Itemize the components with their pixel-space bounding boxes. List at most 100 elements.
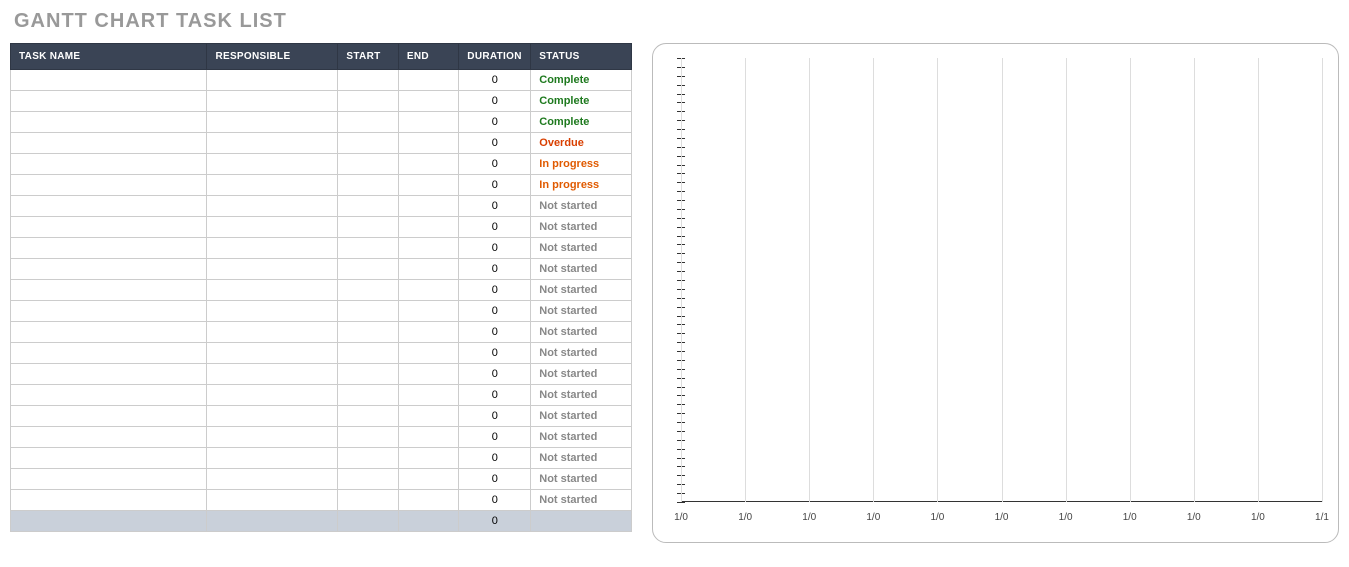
cell-task[interactable] [11,301,207,322]
cell-status[interactable]: Not started [531,280,632,301]
cell-status[interactable]: Complete [531,70,632,91]
cell-responsible[interactable] [207,322,338,343]
cell-status[interactable]: Not started [531,448,632,469]
cell-end[interactable] [398,217,458,238]
cell-responsible[interactable] [207,469,338,490]
cell-task[interactable] [11,364,207,385]
cell-end[interactable] [398,322,458,343]
cell-responsible[interactable] [207,259,338,280]
cell-end[interactable] [398,175,458,196]
table-row[interactable]: 0Not started [11,259,632,280]
cell-status[interactable]: Not started [531,238,632,259]
table-row[interactable]: 0Not started [11,301,632,322]
table-row[interactable]: 0Not started [11,385,632,406]
table-row[interactable]: 0Not started [11,490,632,511]
cell-status[interactable]: Not started [531,196,632,217]
cell-task[interactable] [11,112,207,133]
cell-status[interactable]: Overdue [531,133,632,154]
cell-end[interactable] [398,448,458,469]
cell-end[interactable] [398,490,458,511]
table-row[interactable]: 0Not started [11,217,632,238]
table-row[interactable]: 0Complete [11,112,632,133]
cell-end[interactable] [398,133,458,154]
cell-start[interactable] [338,322,398,343]
cell-responsible[interactable] [207,385,338,406]
cell-start[interactable] [338,217,398,238]
cell-responsible[interactable] [207,238,338,259]
cell-status[interactable]: Complete [531,112,632,133]
table-row[interactable]: 0Not started [11,343,632,364]
table-row[interactable]: 0Not started [11,238,632,259]
table-row[interactable]: 0Not started [11,427,632,448]
cell-responsible[interactable] [207,133,338,154]
cell-task[interactable] [11,469,207,490]
cell-status[interactable]: In progress [531,154,632,175]
table-row[interactable]: 0Not started [11,196,632,217]
cell-end[interactable] [398,196,458,217]
cell-task[interactable] [11,217,207,238]
cell-task[interactable] [11,280,207,301]
cell-status[interactable]: Not started [531,301,632,322]
cell-responsible[interactable] [207,427,338,448]
cell-start[interactable] [338,112,398,133]
cell-status[interactable]: Not started [531,259,632,280]
cell-status[interactable]: Not started [531,217,632,238]
cell-start[interactable] [338,175,398,196]
cell-responsible[interactable] [207,301,338,322]
cell-end[interactable] [398,301,458,322]
cell-start[interactable] [338,469,398,490]
cell-end[interactable] [398,91,458,112]
cell-end[interactable] [398,343,458,364]
cell-status[interactable]: Not started [531,385,632,406]
cell-responsible[interactable] [207,196,338,217]
cell-end[interactable] [398,70,458,91]
cell-responsible[interactable] [207,343,338,364]
cell-status[interactable]: Not started [531,364,632,385]
cell-start[interactable] [338,448,398,469]
cell-end[interactable] [398,427,458,448]
cell-start[interactable] [338,301,398,322]
cell-end[interactable] [398,469,458,490]
cell-status[interactable]: Not started [531,343,632,364]
cell-responsible[interactable] [207,70,338,91]
cell-status[interactable]: Not started [531,322,632,343]
cell-task[interactable] [11,196,207,217]
cell-end[interactable] [398,385,458,406]
cell-responsible[interactable] [207,175,338,196]
cell-end[interactable] [398,364,458,385]
cell-task[interactable] [11,154,207,175]
cell-end[interactable] [398,280,458,301]
cell-responsible[interactable] [207,280,338,301]
cell-responsible[interactable] [207,448,338,469]
table-row[interactable]: 0In progress [11,154,632,175]
cell-task[interactable] [11,175,207,196]
cell-task[interactable] [11,238,207,259]
cell-responsible[interactable] [207,112,338,133]
table-row[interactable]: 0In progress [11,175,632,196]
table-row[interactable]: 0Not started [11,322,632,343]
cell-status[interactable]: Not started [531,406,632,427]
cell-start[interactable] [338,406,398,427]
cell-responsible[interactable] [207,364,338,385]
cell-responsible[interactable] [207,490,338,511]
cell-end[interactable] [398,112,458,133]
cell-responsible[interactable] [207,91,338,112]
table-row[interactable]: 0Overdue [11,133,632,154]
table-row[interactable]: 0Not started [11,406,632,427]
cell-task[interactable] [11,70,207,91]
cell-task[interactable] [11,385,207,406]
cell-start[interactable] [338,490,398,511]
cell-start[interactable] [338,70,398,91]
cell-status[interactable]: Not started [531,490,632,511]
cell-start[interactable] [338,133,398,154]
cell-task[interactable] [11,343,207,364]
cell-start[interactable] [338,196,398,217]
cell-task[interactable] [11,91,207,112]
cell-end[interactable] [398,238,458,259]
cell-responsible[interactable] [207,217,338,238]
cell-status[interactable]: Complete [531,91,632,112]
table-row[interactable]: 0Complete [11,91,632,112]
cell-end[interactable] [398,154,458,175]
cell-task[interactable] [11,406,207,427]
cell-responsible[interactable] [207,154,338,175]
